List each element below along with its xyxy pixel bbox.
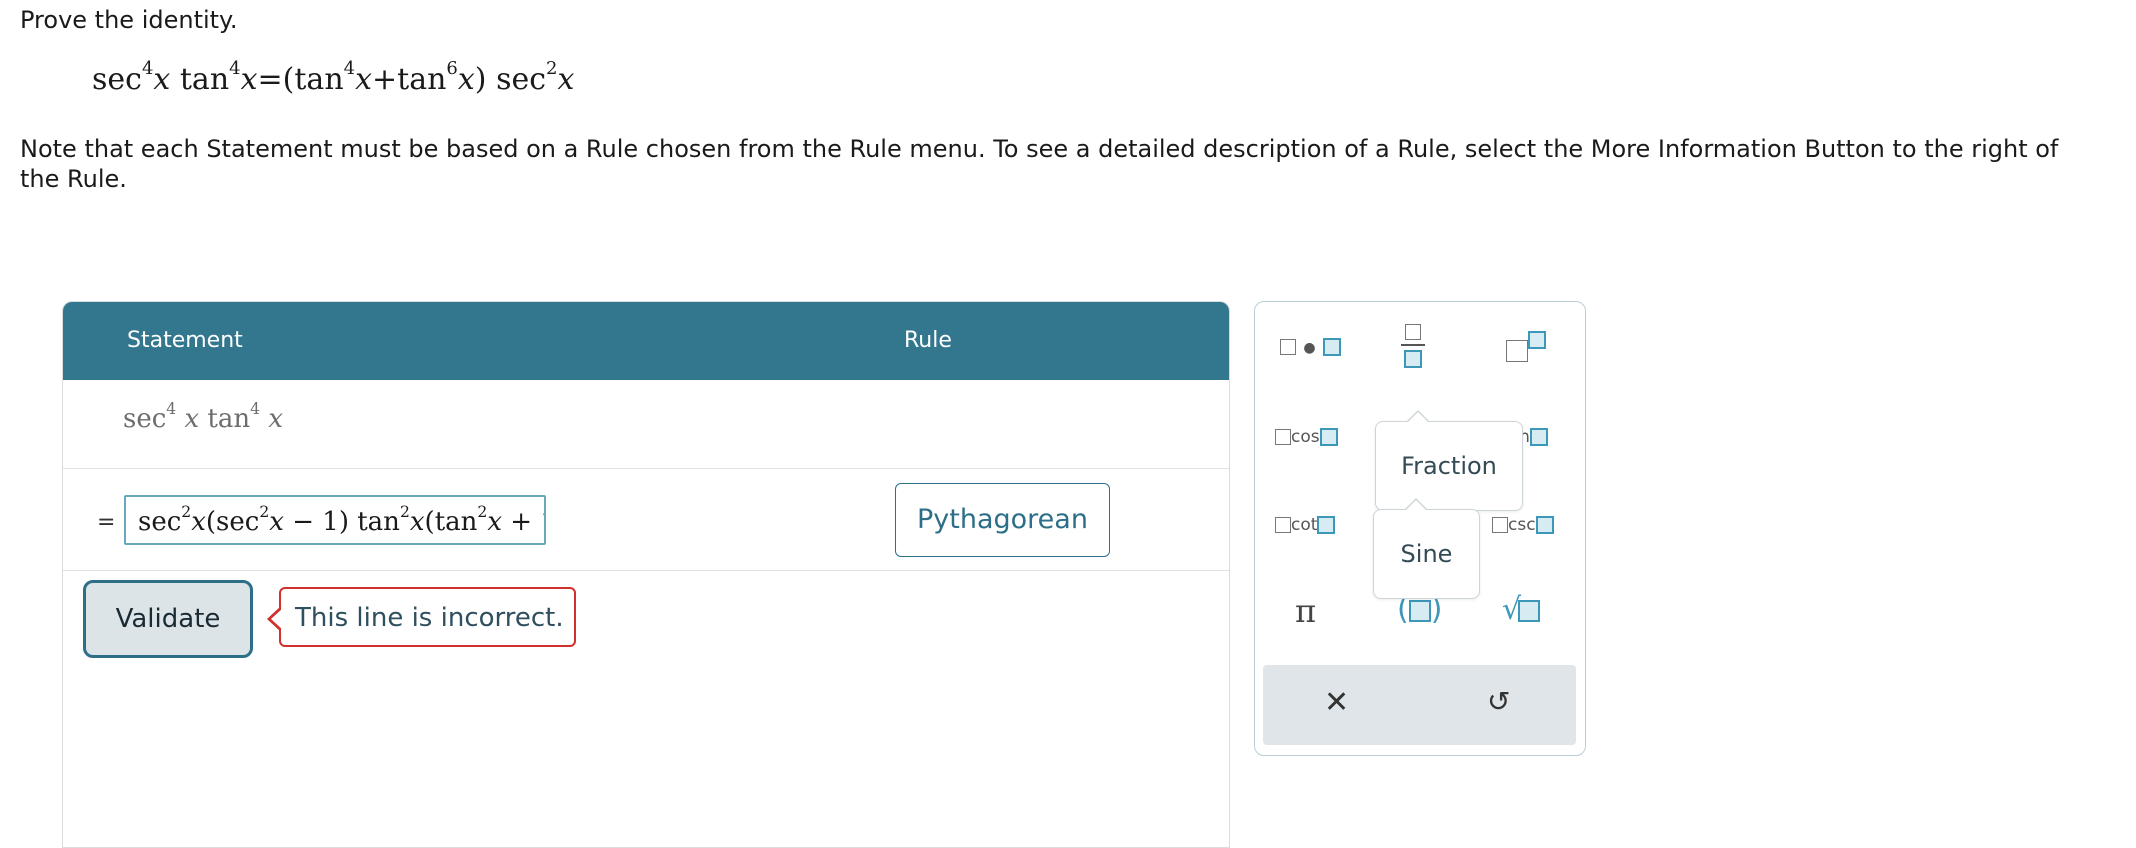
input-var4: x <box>487 507 502 537</box>
input-func4: tan <box>434 507 478 537</box>
cot-key[interactable]: cot <box>1275 515 1336 535</box>
start-var1: x <box>184 404 200 434</box>
exponent-box-icon <box>1528 331 1546 349</box>
base-box-icon <box>1506 340 1528 362</box>
undo-icon[interactable]: ↺ <box>1487 685 1510 718</box>
error-message: This line is incorrect. <box>267 587 576 647</box>
input-one2: 1 <box>540 507 544 537</box>
clear-icon[interactable]: ✕ <box>1324 685 1349 720</box>
identity-rhs-func2: tan <box>397 62 447 97</box>
identity-rhs-var2: x <box>457 62 475 97</box>
numerator-box-icon <box>1405 324 1421 340</box>
input-var1: x <box>191 507 206 537</box>
input-plus: + <box>510 507 533 537</box>
active-box-icon <box>1323 338 1342 356</box>
input-exp4: 2 <box>477 503 488 522</box>
fraction-bar-icon <box>1401 344 1425 346</box>
placeholder-box-icon <box>1275 517 1291 533</box>
start-exp2: 4 <box>250 400 261 419</box>
instructions-note: Note that each Statement must be based o… <box>20 135 2059 193</box>
validate-button[interactable]: Validate <box>83 580 253 658</box>
active-box-icon <box>1518 599 1541 622</box>
input-exp2: 2 <box>259 503 270 522</box>
start-exp1: 4 <box>166 400 177 419</box>
input-var3: x <box>409 507 425 537</box>
input-one1: 1 <box>322 507 339 537</box>
sine-tooltip: Sine <box>1373 498 1480 599</box>
active-box-icon <box>1408 599 1431 622</box>
fraction-key[interactable] <box>1401 324 1425 368</box>
identity-lhs-func1: sec <box>92 62 142 97</box>
identity-rhs-func1: tan <box>294 62 344 97</box>
identity-open-paren: ( <box>282 62 295 97</box>
statement-input[interactable]: sec2x(sec2x − 1) tan2x(tan2x + 1) <box>124 495 546 545</box>
proof-table: Statement Rule sec4 x tan4 x = sec2x(sec… <box>62 301 1230 848</box>
input-func1: sec <box>138 507 182 537</box>
active-box-icon <box>1535 516 1554 534</box>
starting-statement: sec4 x tan4 x <box>123 401 283 434</box>
active-box-icon <box>1319 428 1338 446</box>
placeholder-box-icon <box>1275 429 1291 445</box>
input-var2: x <box>269 507 284 537</box>
active-box-icon <box>1529 428 1548 446</box>
start-func2: tan <box>207 404 251 434</box>
cot-label: cot <box>1291 515 1318 535</box>
identity-rhs-var3: x <box>557 62 575 97</box>
identity-rhs-exp1: 4 <box>343 58 356 80</box>
identity-lhs-func2: tan <box>179 62 230 97</box>
input-close-paren1: ) <box>338 507 349 537</box>
input-minus: − <box>292 507 314 537</box>
placeholder-box-icon <box>1492 517 1508 533</box>
identity-plus: + <box>372 62 398 97</box>
csc-label: csc <box>1508 515 1536 535</box>
row-divider <box>63 570 1229 571</box>
denominator-box-icon <box>1404 350 1422 368</box>
row-divider <box>63 468 1229 469</box>
identity-lhs-var1: x <box>153 62 171 97</box>
input-func2: sec <box>216 507 260 537</box>
active-box-icon <box>1317 516 1336 534</box>
fraction-tooltip: Fraction <box>1375 410 1523 511</box>
rule-column-header: Rule <box>904 328 952 353</box>
input-exp3: 2 <box>399 503 410 522</box>
placeholder-box-icon <box>1280 339 1296 355</box>
input-open-paren1: ( <box>205 507 217 537</box>
identity-expression: sec4x tan4x=(tan4x+tan6x) sec2x <box>92 60 575 97</box>
identity-rhs-var1: x <box>355 62 373 97</box>
proof-table-header: Statement Rule <box>63 302 1229 380</box>
identity-lhs-exp1: 4 <box>141 58 154 80</box>
identity-close-paren: ) <box>474 62 487 97</box>
identity-lhs-exp2: 4 <box>229 58 241 80</box>
sqrt-key[interactable]: √ <box>1502 592 1541 627</box>
statement-equals-sign: = <box>97 510 116 535</box>
multiply-key[interactable]: ● <box>1280 337 1342 357</box>
cos-key[interactable]: cos <box>1275 427 1338 447</box>
dot-icon: ● <box>1303 340 1316 356</box>
cos-label: cos <box>1291 427 1320 447</box>
input-exp1: 2 <box>181 503 192 522</box>
math-keypad: ● cos tan cot csc π () √ ✕ ↺ Fraction Si… <box>1254 301 1586 756</box>
identity-lhs-var2: x <box>240 62 258 97</box>
exponent-key[interactable] <box>1506 328 1546 362</box>
start-func1: sec <box>123 404 167 434</box>
identity-equals: = <box>257 62 283 97</box>
keypad-actions: ✕ ↺ <box>1263 665 1576 745</box>
input-open-paren2: ( <box>424 507 435 537</box>
pi-key[interactable]: π <box>1295 592 1316 630</box>
identity-rhs-exp3: 2 <box>546 58 558 80</box>
start-var2: x <box>268 404 283 434</box>
rule-select-button[interactable]: Pythagorean <box>895 483 1110 557</box>
input-func3: tan <box>357 507 400 537</box>
identity-rhs-func3: sec <box>496 62 547 97</box>
identity-rhs-exp2: 6 <box>446 58 458 80</box>
statement-column-header: Statement <box>127 328 243 353</box>
csc-key[interactable]: csc <box>1492 515 1554 535</box>
prompt-text: Prove the identity. <box>20 6 238 34</box>
